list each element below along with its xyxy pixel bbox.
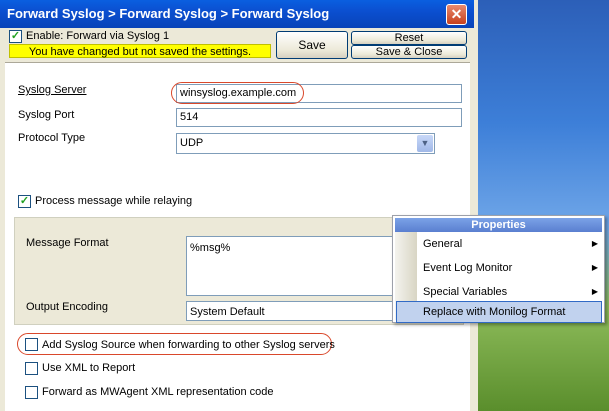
process-relay-checkbox[interactable]: ✓ xyxy=(18,195,31,208)
menu-item-special-variables[interactable]: Special Variables ▶ xyxy=(417,281,602,303)
protocol-type-value: UDP xyxy=(180,137,204,149)
add-source-checkbox[interactable] xyxy=(25,338,38,351)
message-format-value: %msg% xyxy=(190,242,231,254)
chevron-right-icon: ▶ xyxy=(591,287,598,296)
save-button[interactable]: Save xyxy=(276,31,348,59)
enable-checkbox[interactable]: ✓ xyxy=(9,30,22,43)
menu-item-replace-monilog[interactable]: Replace with Monilog Format xyxy=(396,301,602,323)
menu-item-label: Event Log Monitor xyxy=(423,262,513,274)
output-encoding-label: Output Encoding xyxy=(26,301,108,313)
mwagent-label: Forward as MWAgent XML representation co… xyxy=(42,386,274,398)
close-icon: ✕ xyxy=(450,6,463,22)
forward-syslog-window: Forward Syslog > Forward Syslog > Forwar… xyxy=(0,0,474,411)
close-button[interactable]: ✕ xyxy=(446,4,467,25)
enable-label: Enable: Forward via Syslog 1 xyxy=(26,30,170,42)
desktop-wallpaper xyxy=(478,0,609,411)
message-format-label: Message Format xyxy=(26,237,109,249)
menu-item-event-log-monitor[interactable]: Event Log Monitor ▶ xyxy=(417,257,602,279)
output-encoding-select[interactable]: System Default xyxy=(186,301,396,321)
chevron-down-icon: ▼ xyxy=(417,135,433,152)
protocol-type-label: Protocol Type xyxy=(18,132,86,144)
process-relay-label: Process message while relaying xyxy=(35,195,193,207)
message-format-input[interactable]: %msg% xyxy=(186,236,396,296)
syslog-port-value: 514 xyxy=(180,111,199,123)
window-title: Forward Syslog > Forward Syslog > Forwar… xyxy=(7,6,330,21)
chevron-right-icon: ▶ xyxy=(591,263,598,272)
check-icon: ✓ xyxy=(19,195,30,207)
syslog-port-input[interactable]: 514 xyxy=(176,108,462,127)
menu-item-label: Special Variables xyxy=(423,286,508,298)
menu-item-label: Replace with Monilog Format xyxy=(423,306,566,318)
add-source-label: Add Syslog Source when forwarding to oth… xyxy=(42,339,335,351)
menu-item-label: General xyxy=(423,238,463,250)
syslog-server-label: Syslog Server xyxy=(18,84,87,96)
chevron-right-icon: ▶ xyxy=(591,239,598,248)
reset-button[interactable]: Reset xyxy=(351,31,467,45)
menu-item-general[interactable]: General ▶ xyxy=(417,233,602,255)
menu-header: Properties xyxy=(395,218,602,232)
syslog-port-label: Syslog Port xyxy=(18,109,75,121)
use-xml-label: Use XML to Report xyxy=(42,362,136,374)
use-xml-checkbox[interactable] xyxy=(25,362,38,375)
properties-context-menu: Properties General ▶ Event Log Monitor ▶… xyxy=(392,215,605,323)
unsaved-warning: You have changed but not saved the setti… xyxy=(9,44,271,58)
save-close-button[interactable]: Save & Close xyxy=(351,45,467,59)
protocol-type-select[interactable]: UDP ▼ xyxy=(176,133,435,154)
mwagent-checkbox[interactable] xyxy=(25,386,38,399)
output-encoding-value: System Default xyxy=(190,306,265,318)
title-bar: Forward Syslog > Forward Syslog > Forwar… xyxy=(0,0,474,28)
check-icon: ✓ xyxy=(10,30,21,42)
server-highlight-oval xyxy=(171,82,304,104)
